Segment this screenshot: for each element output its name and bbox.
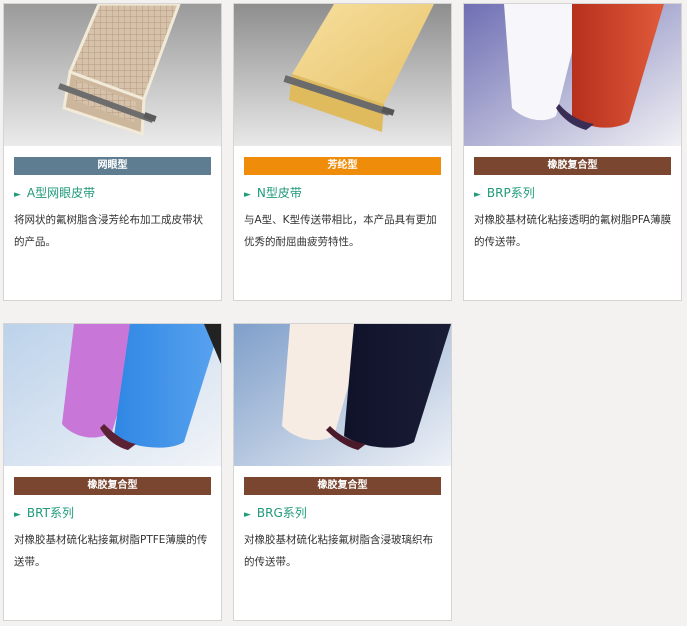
- product-card-brt[interactable]: 橡胶复合型 ► BRT系列 对橡胶基材硫化粘接氟树脂PTFE薄膜的传送带。: [3, 323, 222, 621]
- product-card-a-mesh[interactable]: 网眼型 ► A型网眼皮带 将网状的氟树脂含浸芳纶布加工成皮带状的产品。: [3, 3, 222, 301]
- product-link[interactable]: ► A型网眼皮带: [14, 184, 213, 202]
- product-description: 对橡胶基材硫化粘接氟树脂PTFE薄膜的传送带。: [14, 534, 208, 568]
- product-name[interactable]: BRG系列: [257, 506, 307, 520]
- triangle-right-icon: ►: [244, 510, 251, 520]
- product-name[interactable]: BRP系列: [487, 186, 535, 200]
- product-link[interactable]: ► BRG系列: [244, 504, 443, 522]
- product-card-brp[interactable]: 橡胶复合型 ► BRP系列 对橡胶基材硫化粘接透明的氟树脂PFA薄膜的传送带。: [463, 3, 682, 301]
- product-card-brg[interactable]: 橡胶复合型 ► BRG系列 对橡胶基材硫化粘接氟树脂含浸玻璃织布的传送带。: [233, 323, 452, 621]
- category-bar: 芳纶型: [244, 157, 441, 175]
- product-description: 将网状的氟树脂含浸芳纶布加工成皮带状的产品。: [14, 214, 203, 248]
- product-name[interactable]: BRT系列: [27, 506, 74, 520]
- triangle-right-icon: ►: [474, 190, 481, 200]
- category-bar: 橡胶复合型: [474, 157, 671, 175]
- triangle-right-icon: ►: [14, 190, 21, 200]
- triangle-right-icon: ►: [244, 190, 251, 200]
- product-name[interactable]: N型皮带: [257, 186, 302, 200]
- mesh-belt-image[interactable]: [4, 4, 221, 146]
- product-link[interactable]: ► BRT系列: [14, 504, 213, 522]
- product-card-n-type[interactable]: 芳纶型 ► N型皮带 与A型、K型传送带相比，本产品具有更加优秀的耐屈曲疲劳特性。: [233, 3, 452, 301]
- product-description: 与A型、K型传送带相比，本产品具有更加优秀的耐屈曲疲劳特性。: [244, 214, 437, 248]
- white-red-belt-image[interactable]: [464, 4, 681, 146]
- product-description: 对橡胶基材硫化粘接氟树脂含浸玻璃织布的传送带。: [244, 534, 433, 568]
- yellow-belt-image[interactable]: [234, 4, 451, 146]
- triangle-right-icon: ►: [14, 510, 21, 520]
- pink-blue-belt-image[interactable]: [4, 324, 221, 466]
- product-name[interactable]: A型网眼皮带: [27, 186, 95, 200]
- category-bar: 网眼型: [14, 157, 211, 175]
- product-link[interactable]: ► N型皮带: [244, 184, 443, 202]
- white-black-belt-image[interactable]: [234, 324, 451, 466]
- category-bar: 橡胶复合型: [244, 477, 441, 495]
- product-link[interactable]: ► BRP系列: [474, 184, 673, 202]
- category-bar: 橡胶复合型: [14, 477, 211, 495]
- product-description: 对橡胶基材硫化粘接透明的氟树脂PFA薄膜的传送带。: [474, 214, 672, 248]
